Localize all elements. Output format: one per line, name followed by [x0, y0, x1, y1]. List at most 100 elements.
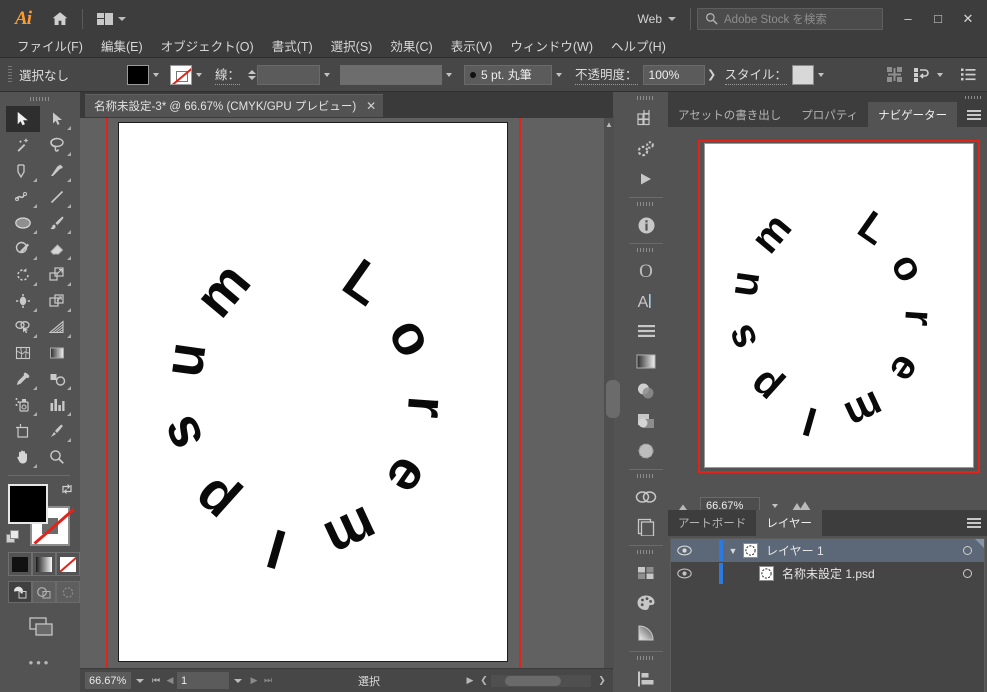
gradient-tool[interactable]: [40, 340, 74, 366]
links-rail-icon[interactable]: [624, 482, 668, 512]
curvature-pen-tool[interactable]: [6, 184, 40, 210]
shape-builder-tool[interactable]: [6, 314, 40, 340]
control-bar-grip[interactable]: [8, 65, 12, 84]
scale-tool[interactable]: [40, 262, 74, 288]
status-menu-icon[interactable]: ▶: [463, 672, 477, 689]
free-transform-tool[interactable]: [40, 288, 74, 314]
table-row[interactable]: ▼ レイヤー 1: [671, 539, 984, 562]
hscroll-left-icon[interactable]: ❮: [477, 672, 491, 689]
image-trace-rail-icon[interactable]: [624, 436, 668, 466]
panel-menu-icon[interactable]: [961, 510, 987, 536]
rail-grip[interactable]: [624, 92, 668, 104]
line-segment-tool[interactable]: [40, 184, 74, 210]
tab-layers[interactable]: レイヤー: [756, 510, 822, 536]
tab-asset-export[interactable]: アセットの書き出し: [668, 102, 791, 127]
opacity-options-icon[interactable]: ❯: [705, 68, 719, 81]
opacity-field[interactable]: 100%: [642, 64, 705, 85]
transform-dropdown-icon[interactable]: [933, 65, 947, 85]
table-row[interactable]: 名称未設定 1.psd: [671, 562, 984, 585]
document-setup-icon[interactable]: [957, 64, 979, 86]
rail-group-grip[interactable]: [624, 470, 668, 482]
glyphs-rail-icon[interactable]: O: [624, 256, 668, 286]
tab-properties[interactable]: プロパティ: [791, 102, 868, 127]
horizontal-scrollbar[interactable]: [491, 674, 591, 687]
swap-fill-stroke-icon[interactable]: [60, 482, 74, 496]
document-tab[interactable]: 名称未設定-3* @ 66.67% (CMYK/GPU プレビュー) ✕: [85, 94, 384, 117]
maximize-button[interactable]: □: [923, 7, 953, 31]
layer-name[interactable]: 名称未設定 1.psd: [774, 565, 950, 582]
artboard-tool[interactable]: [6, 418, 40, 444]
shaper-tool[interactable]: [6, 236, 40, 262]
brush-definition-field[interactable]: 5 pt. 丸筆: [464, 64, 553, 85]
navigator-panel-grip[interactable]: [668, 92, 987, 102]
menu-edit[interactable]: 編集(E): [92, 33, 152, 58]
color-guide-rail-icon[interactable]: [624, 618, 668, 648]
direct-selection-tool[interactable]: [40, 106, 74, 132]
stroke-weight-dropdown-icon[interactable]: [320, 65, 334, 85]
magic-wand-tool[interactable]: [6, 132, 40, 158]
fill-swatch[interactable]: [8, 484, 48, 524]
graphic-style-swatch[interactable]: [792, 64, 815, 85]
zoom-level-field[interactable]: 66.67%: [85, 672, 131, 689]
fill-dropdown-icon[interactable]: [149, 65, 163, 85]
width-tool[interactable]: [6, 288, 40, 314]
stroke-profile-dropdown-icon[interactable]: [442, 65, 456, 85]
first-artboard-icon[interactable]: ⏮: [149, 672, 163, 689]
layers-rail-icon[interactable]: [624, 104, 668, 134]
home-icon[interactable]: [48, 7, 72, 31]
target-indicator[interactable]: [950, 569, 984, 578]
color-rail-icon[interactable]: [624, 588, 668, 618]
navigator-thumbnail[interactable]: L o r e m I p s u m: [698, 135, 980, 475]
eyedropper-tool[interactable]: [6, 366, 40, 392]
hscroll-right-icon[interactable]: ❯: [595, 672, 609, 689]
align-rail-icon[interactable]: [624, 664, 668, 692]
style-dropdown-icon[interactable]: [814, 65, 828, 85]
rail-group-grip[interactable]: [624, 244, 668, 256]
next-artboard-icon[interactable]: ▶: [247, 672, 261, 689]
tab-artboards[interactable]: アートボード: [668, 510, 756, 536]
layer-name[interactable]: レイヤー 1: [758, 542, 950, 559]
zoom-dropdown-icon[interactable]: [131, 672, 149, 689]
column-graph-tool[interactable]: [40, 392, 74, 418]
circular-text-artwork[interactable]: L o r e m I p s u m: [129, 213, 499, 573]
menu-type[interactable]: 書式(T): [263, 33, 322, 58]
paintbrush-tool[interactable]: [40, 210, 74, 236]
gradient-rail-icon[interactable]: [624, 346, 668, 376]
fill-color-swatch[interactable]: [127, 64, 150, 85]
stroke-color-swatch[interactable]: [170, 64, 193, 85]
artboards-rail-icon[interactable]: [624, 512, 668, 542]
stroke-weight-field[interactable]: [257, 64, 321, 85]
scroll-up-icon[interactable]: ▲: [604, 118, 614, 130]
artboard-number-field[interactable]: 1: [177, 672, 229, 689]
paragraph-rail-icon[interactable]: [624, 316, 668, 346]
workspace-selector[interactable]: Web: [630, 12, 684, 26]
rail-group-grip[interactable]: [624, 546, 668, 558]
selection-tool[interactable]: [6, 106, 40, 132]
rail-group-grip[interactable]: [624, 652, 668, 664]
curvature-tool[interactable]: [40, 158, 74, 184]
rail-group-grip[interactable]: [624, 198, 668, 210]
close-button[interactable]: ✕: [953, 7, 983, 31]
eraser-tool[interactable]: [40, 236, 74, 262]
hand-tool[interactable]: [6, 444, 40, 470]
last-artboard-icon[interactable]: ⏭: [261, 672, 275, 689]
edit-toolbar-icon[interactable]: •••: [6, 655, 74, 670]
actions-rail-icon[interactable]: [624, 134, 668, 164]
visibility-eye-icon[interactable]: [671, 568, 697, 579]
play-rail-icon[interactable]: [624, 164, 668, 194]
search-input[interactable]: Adobe Stock を検索: [697, 7, 883, 30]
character-rail-icon[interactable]: A: [624, 286, 668, 316]
draw-inside[interactable]: [56, 581, 80, 603]
stroke-profile-field[interactable]: [340, 64, 443, 85]
visibility-eye-icon[interactable]: [671, 545, 697, 556]
artboard-dropdown-icon[interactable]: [229, 672, 247, 689]
rotate-tool[interactable]: [6, 262, 40, 288]
transform-icon[interactable]: [911, 64, 933, 86]
draw-behind[interactable]: [32, 581, 56, 603]
color-swatch-mode[interactable]: [8, 552, 32, 576]
artboard[interactable]: L o r e m I p s u m: [118, 122, 508, 662]
minimize-button[interactable]: –: [893, 7, 923, 31]
canvas-area[interactable]: L o r e m I p s u m: [80, 118, 613, 668]
zoom-tool[interactable]: [40, 444, 74, 470]
previous-artboard-icon[interactable]: ◀: [163, 672, 177, 689]
